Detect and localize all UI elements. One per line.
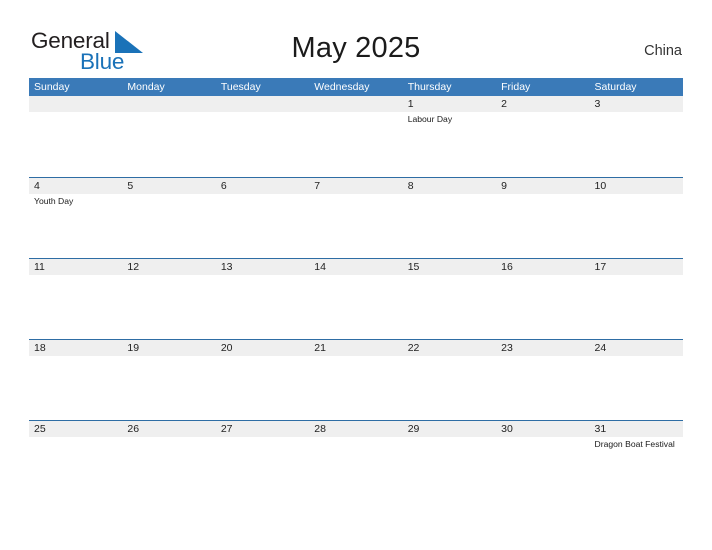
day-number: 2 [496,96,590,112]
calendar-day-cell[interactable]: 16 [496,259,590,339]
day-number: 4 [29,178,123,194]
day-number [122,96,216,112]
day-number: 1 [402,96,497,112]
calendar-week-row: 1 Labour Day 2 3 [29,96,683,177]
day-number: 29 [402,421,497,437]
day-event-list: Labour Day [403,112,496,125]
day-number: 11 [29,259,123,275]
calendar-day-cell-empty [122,96,216,177]
weekday-saturday: Saturday [594,81,637,93]
day-number: 14 [309,259,403,275]
day-number: 16 [496,259,590,275]
day-number: 28 [309,421,403,437]
weekday-tuesday: Tuesday [220,81,261,93]
calendar-day-cell[interactable]: 15 [402,259,497,339]
day-number: 3 [589,96,683,112]
calendar-day-cell[interactable]: 12 [122,259,216,339]
day-number: 24 [589,340,683,356]
holiday-event: Youth Day [34,196,74,206]
weekday-wednesday: Wednesday [314,81,370,93]
calendar-day-cell[interactable]: 23 [496,340,590,420]
calendar-day-cell[interactable]: 1 Labour Day [402,96,497,177]
day-number: 6 [215,178,310,194]
weekday-friday: Friday [501,81,531,93]
day-event-list: Dragon Boat Festival [590,437,683,450]
day-number: 5 [122,178,216,194]
calendar-day-cell[interactable]: 19 [122,340,216,420]
calendar-week-row: 18 19 20 21 22 23 24 [29,339,683,420]
calendar-day-cell-empty [309,96,403,177]
weekday-sunday: Sunday [34,81,70,93]
day-number: 7 [309,178,403,194]
calendar-page: General Blue May 2025 China Sunday Monda… [0,0,712,550]
day-number: 8 [402,178,497,194]
calendar-day-cell-empty [215,96,310,177]
calendar-day-cell[interactable]: 10 [589,178,683,258]
calendar-day-cell[interactable]: 27 [215,421,310,510]
weekday-monday: Monday [127,81,165,93]
calendar-day-cell[interactable]: 31 Dragon Boat Festival [589,421,683,510]
calendar-day-cell[interactable]: 30 [496,421,590,510]
day-number: 26 [122,421,216,437]
calendar-day-cell[interactable]: 4 Youth Day [29,178,123,258]
calendar-day-cell[interactable]: 25 [29,421,123,510]
calendar-day-cell[interactable]: 20 [215,340,310,420]
day-number [309,96,403,112]
page-header: General Blue May 2025 China [0,0,712,78]
day-event-list: Youth Day [29,194,122,207]
calendar-day-cell[interactable]: 21 [309,340,403,420]
calendar-day-cell[interactable]: 24 [589,340,683,420]
day-number: 18 [29,340,123,356]
day-number: 20 [215,340,310,356]
day-number: 12 [122,259,216,275]
calendar-day-cell[interactable]: 22 [402,340,497,420]
day-number [215,96,310,112]
calendar-day-cell[interactable]: 26 [122,421,216,510]
day-number: 21 [309,340,403,356]
calendar-day-cell[interactable]: 28 [309,421,403,510]
day-number: 27 [215,421,310,437]
page-title: May 2025 [291,32,421,64]
calendar-day-cell[interactable]: 9 [496,178,590,258]
calendar-grid: Sunday Monday Tuesday Wednesday Thursday… [29,78,683,510]
calendar-weeks: 1 Labour Day 2 3 4 Youth Day 5 6 7 8 9 10 11 12 13 14 15… [29,96,683,510]
calendar-day-cell[interactable]: 7 [309,178,403,258]
day-number: 30 [496,421,590,437]
holiday-event: Dragon Boat Festival [594,439,675,449]
calendar-day-cell[interactable]: 18 [29,340,123,420]
region-label: China [644,43,682,59]
day-number: 15 [402,259,497,275]
weekday-thursday: Thursday [407,81,452,93]
calendar-week-row: 4 Youth Day 5 6 7 8 9 10 [29,177,683,258]
day-number: 13 [215,259,310,275]
day-number: 17 [589,259,683,275]
calendar-day-cell[interactable]: 5 [122,178,216,258]
calendar-week-row: 25 26 27 28 29 30 31 Dragon Boat Festival [29,420,683,510]
day-number: 31 [589,421,683,437]
calendar-day-cell[interactable]: 8 [402,178,497,258]
day-number [29,96,123,112]
calendar-day-cell[interactable]: 3 [589,96,683,177]
day-number: 22 [402,340,497,356]
calendar-day-cell[interactable]: 17 [589,259,683,339]
day-number: 23 [496,340,590,356]
calendar-day-cell[interactable]: 11 [29,259,123,339]
holiday-event: Labour Day [407,114,453,124]
calendar-day-cell[interactable]: 29 [402,421,497,510]
calendar-day-cell[interactable]: 13 [215,259,310,339]
day-number: 19 [122,340,216,356]
calendar-day-cell-empty [29,96,123,177]
calendar-day-cell[interactable]: 14 [309,259,403,339]
calendar-day-cell[interactable]: 6 [215,178,310,258]
calendar-week-row: 11 12 13 14 15 16 17 [29,258,683,339]
day-number: 25 [29,421,123,437]
day-number: 9 [496,178,590,194]
weekday-header-row: Sunday Monday Tuesday Wednesday Thursday… [29,78,683,96]
day-number: 10 [589,178,683,194]
calendar-day-cell[interactable]: 2 [496,96,590,177]
